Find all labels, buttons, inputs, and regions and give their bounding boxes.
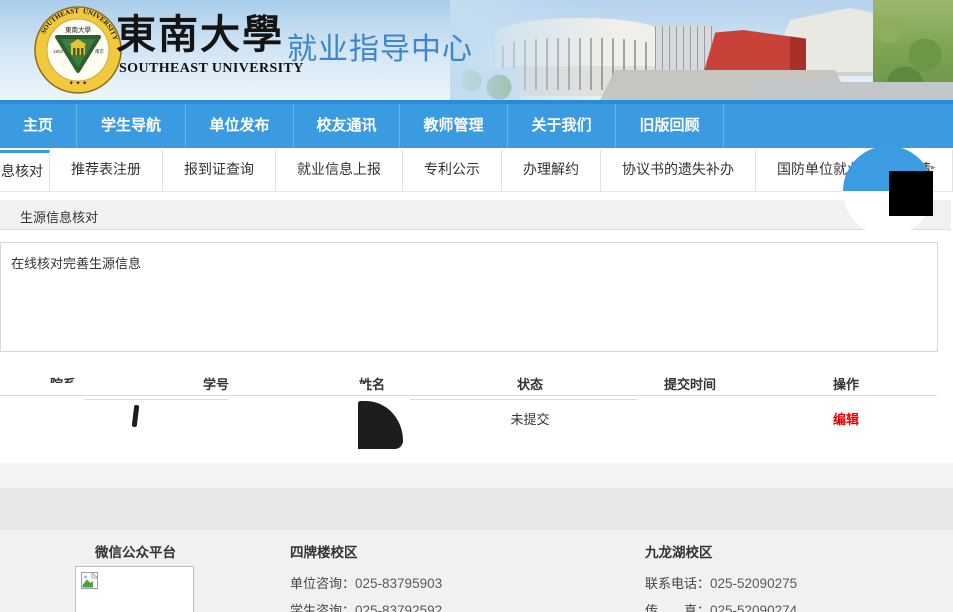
contact-label: 传 真： <box>645 603 710 612</box>
contact-label: 学生咨询： <box>290 603 355 612</box>
tab-patent-publicity[interactable]: 专利公示 <box>403 150 502 192</box>
svg-text:1902: 1902 <box>53 49 64 54</box>
tab-contract-cancellation[interactable]: 办理解约 <box>502 150 601 192</box>
nav-item-about[interactable]: 关于我们 <box>508 104 616 148</box>
tab-source-info-check[interactable]: 生源信息核对 <box>0 150 50 192</box>
page: SOUTHEAST UNIVERSITY ✦ ✦ ✦ 東南大學 1902 南京 … <box>0 0 953 612</box>
footer-spacer-band <box>0 463 953 488</box>
nav-item-old-site[interactable]: 旧版回顾 <box>616 104 724 148</box>
svg-text:✦ ✦ ✦: ✦ ✦ ✦ <box>69 80 87 87</box>
contact-phone: 025-52090275 <box>710 576 797 591</box>
header-banner: SOUTHEAST UNIVERSITY ✦ ✦ ✦ 東南大學 1902 南京 … <box>0 0 953 100</box>
col-header-status: 状态 <box>517 374 543 393</box>
broken-image-icon <box>81 572 98 589</box>
redaction-dept-cell <box>132 405 140 427</box>
university-name-en: SOUTHEAST UNIVERSITY <box>119 61 304 77</box>
table-header-divider <box>0 395 937 396</box>
cell-status: 未提交 <box>510 409 549 428</box>
contact-phone: 025-83795903 <box>355 576 442 591</box>
nav-item-teachers[interactable]: 教师管理 <box>400 104 508 148</box>
university-seal-logo: SOUTHEAST UNIVERSITY ✦ ✦ ✦ 東南大學 1902 南京 <box>33 5 123 95</box>
footer-links-band: 教育就业 ▼ 校内链接 ▼ 人才中心 ▼ 政府部门 ▼ <box>0 488 953 530</box>
page-heading-bar: 生源信息核对 <box>0 200 951 230</box>
contact-label: 单位咨询： <box>290 576 355 591</box>
intro-box: 在线核对完善生源信息 <box>0 242 938 352</box>
tab-registration-card-query[interactable]: 报到证查询 <box>163 150 276 192</box>
edit-link[interactable]: 编辑 <box>833 409 859 428</box>
table-divider-seg <box>410 399 637 400</box>
col-header-student-id: 学号 <box>203 374 229 393</box>
campus2-line2: 传 真：025-52090274 <box>645 600 797 612</box>
tab-recommendation-register[interactable]: 推荐表注册 <box>50 150 163 192</box>
col-header-action: 操作 <box>833 374 859 393</box>
tab-agreement-loss-reissue[interactable]: 协议书的遗失补办 <box>601 150 756 192</box>
avatar-redaction-box <box>889 171 933 216</box>
campus2-line1: 联系电话：025-52090275 <box>645 573 797 592</box>
svg-text:南京: 南京 <box>95 48 104 55</box>
contact-phone: 025-83792592 <box>355 603 442 612</box>
campus1-line2: 学生咨询：025-83792592 <box>290 600 442 612</box>
photo-fade <box>450 0 610 100</box>
campus2-name: 九龙湖校区 <box>645 541 713 561</box>
university-name-cn: 東南大學 <box>116 8 296 62</box>
nav-item-home[interactable]: 主页 <box>0 104 77 148</box>
chevron-right-icon[interactable]: ▸ <box>931 162 941 174</box>
campus-photo <box>450 0 953 100</box>
col-header-submit-time: 提交时间 <box>664 374 716 393</box>
contact-label: 联系电话： <box>645 576 710 591</box>
nav-item-students[interactable]: 学生导航 <box>77 104 186 148</box>
photo-plaza <box>750 82 953 100</box>
nav-item-employers[interactable]: 单位发布 <box>186 104 294 148</box>
intro-text: 在线核对完善生源信息 <box>11 253 141 272</box>
tab-employment-info-report[interactable]: 就业信息上报 <box>276 150 403 192</box>
site-title: 就业指导中心 <box>287 24 473 68</box>
contact-phone: 025-52090274 <box>710 603 797 612</box>
svg-text:東南大學: 東南大學 <box>65 25 92 34</box>
redaction-name-cell <box>358 401 403 449</box>
main-nav: 主页 学生导航 单位发布 校友通讯 教师管理 关于我们 旧版回顾 <box>0 100 953 148</box>
wechat-title: 微信公众平台 <box>95 541 176 561</box>
table-divider-seg <box>85 399 228 400</box>
sub-tab-bar: 生源信息核对 推荐表注册 报到证查询 就业信息上报 专利公示 办理解约 协议书的… <box>0 150 953 192</box>
campus1-line1: 单位咨询：025-83795903 <box>290 573 442 592</box>
page-title: 生源信息核对 <box>20 207 98 226</box>
campus1-name: 四牌楼校区 <box>290 541 358 561</box>
nav-item-alumni[interactable]: 校友通讯 <box>294 104 400 148</box>
